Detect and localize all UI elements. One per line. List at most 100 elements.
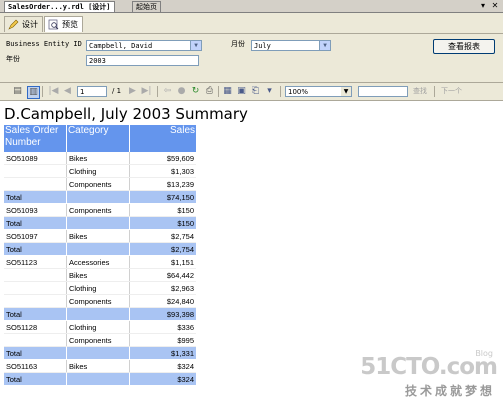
parameters-toggle-icon[interactable]: ▥ — [27, 86, 40, 99]
cell-order: Total — [4, 242, 67, 256]
cell-sales: $13,239 — [129, 177, 196, 191]
doc-tab-salesorder[interactable]: SalesOrder...y.rdl [设计] — [4, 1, 115, 12]
cell-category: Components — [66, 333, 130, 347]
next-page-icon[interactable]: ▶ — [127, 86, 138, 97]
cell-category: Clothing — [66, 164, 130, 178]
cell-order: Total — [4, 372, 67, 386]
toolbar-separator — [42, 86, 43, 97]
watermark-logo: 51CTO.com — [360, 354, 498, 380]
table-row: Components $24,840 — [4, 294, 196, 308]
table-row: Clothing $1,303 — [4, 164, 196, 178]
cell-order — [4, 268, 67, 282]
chevron-down-icon: ▼ — [319, 41, 330, 50]
cell-sales: $324 — [129, 372, 196, 386]
cell-category: Clothing — [66, 281, 130, 295]
month-select[interactable]: July ▼ — [251, 40, 331, 51]
cell-order: SO51089 — [4, 152, 67, 165]
cell-order: Total — [4, 216, 67, 230]
cell-category — [66, 216, 130, 230]
cell-sales: $2,754 — [129, 242, 196, 256]
toolbar-separator — [280, 86, 281, 97]
header-sales: Sales — [129, 125, 196, 152]
cell-sales: $2,754 — [129, 229, 196, 243]
table-row: Components $995 — [4, 333, 196, 347]
table-row: SO51163 Bikes $324 — [4, 359, 196, 373]
table-total-row: Total $150 — [4, 216, 196, 230]
preview-icon — [48, 19, 59, 30]
business-entity-label: Business Entity ID — [6, 40, 82, 48]
document-map-icon[interactable]: ▤ — [12, 86, 23, 97]
cell-order: SO51128 — [4, 320, 67, 334]
cell-sales: $336 — [129, 320, 196, 334]
cell-category: Accessories — [66, 255, 130, 269]
table-total-row: Total $324 — [4, 372, 196, 386]
print-icon[interactable]: ⎙ — [204, 86, 215, 97]
tab-design[interactable]: 设计 — [4, 16, 43, 32]
chevron-down-icon: ▼ — [341, 87, 351, 96]
doc-tab-start-page[interactable]: 起始页 — [132, 1, 161, 12]
close-icon[interactable]: ✕ — [490, 1, 500, 11]
table-total-row: Total $1,331 — [4, 346, 196, 360]
view-tab-strip: 设计 预览 — [0, 13, 503, 34]
cell-category — [66, 372, 130, 386]
cell-sales: $1,303 — [129, 164, 196, 178]
cell-sales: $1,331 — [129, 346, 196, 360]
cell-order: Total — [4, 190, 67, 204]
cell-category: Bikes — [66, 152, 130, 165]
cell-order: Total — [4, 346, 67, 360]
table-row: SO51093 Components $150 — [4, 203, 196, 217]
cell-order — [4, 281, 67, 295]
page-setup-icon[interactable]: ▣ — [236, 86, 247, 97]
cell-order — [4, 333, 67, 347]
toolbar-separator — [218, 86, 219, 97]
cell-sales: $74,150 — [129, 190, 196, 204]
table-row: SO51097 Bikes $2,754 — [4, 229, 196, 243]
cell-order: SO51123 — [4, 255, 67, 269]
cell-order — [4, 177, 67, 191]
cell-sales: $24,840 — [129, 294, 196, 308]
document-tab-bar: SalesOrder...y.rdl [设计] 起始页 ▾ ✕ — [0, 0, 503, 13]
find-button[interactable]: 查找 — [413, 86, 427, 97]
cell-order: SO51097 — [4, 229, 67, 243]
tab-preview-label: 预览 — [62, 20, 78, 29]
table-row: Components $13,239 — [4, 177, 196, 191]
business-entity-select[interactable]: Campbell, David ▼ — [86, 40, 202, 51]
tab-preview[interactable]: 预览 — [44, 16, 83, 32]
cell-order — [4, 294, 67, 308]
stop-icon[interactable]: ● — [176, 86, 187, 97]
zoom-select[interactable]: 100% ▼ — [285, 86, 352, 97]
design-icon — [8, 19, 19, 30]
find-next-button[interactable]: 下一个 — [441, 86, 462, 97]
table-row: Bikes $64,442 — [4, 268, 196, 282]
cell-sales: $2,963 — [129, 281, 196, 295]
cell-category: Bikes — [66, 359, 130, 373]
back-icon[interactable]: ⇦ — [162, 86, 173, 97]
report-canvas: D.Campbell, July 2003 Summary Sales Orde… — [0, 101, 503, 404]
cell-sales: $324 — [129, 359, 196, 373]
save-icon[interactable]: ▾ — [264, 86, 275, 97]
cell-sales: $150 — [129, 203, 196, 217]
chevron-down-icon: ▼ — [190, 41, 201, 50]
month-value: July — [254, 42, 271, 50]
zoom-value: 100% — [288, 88, 309, 96]
print-layout-icon[interactable]: ▦ — [222, 86, 233, 97]
cell-category — [66, 307, 130, 321]
table-row: SO51089 Bikes $59,609 — [4, 152, 196, 165]
cell-category — [66, 242, 130, 256]
previous-page-icon[interactable]: ◀ — [62, 86, 73, 97]
view-report-button[interactable]: 查看报表 — [433, 39, 495, 54]
window-position-icon[interactable]: ▾ — [478, 1, 488, 11]
first-page-icon[interactable]: |◀ — [48, 86, 59, 97]
header-category: Category — [66, 125, 130, 152]
find-input[interactable] — [358, 86, 408, 97]
refresh-icon[interactable]: ↻ — [190, 86, 201, 97]
table-row: SO51128 Clothing $336 — [4, 320, 196, 334]
cell-category: Bikes — [66, 229, 130, 243]
export-icon[interactable]: ⎗ — [250, 86, 261, 97]
cell-category: Bikes — [66, 268, 130, 282]
table-row: Clothing $2,963 — [4, 281, 196, 295]
cell-order: SO51093 — [4, 203, 67, 217]
page-number-input[interactable]: 1 — [77, 86, 107, 97]
last-page-icon[interactable]: ▶| — [141, 86, 152, 97]
year-input[interactable]: 2003 — [86, 55, 199, 66]
